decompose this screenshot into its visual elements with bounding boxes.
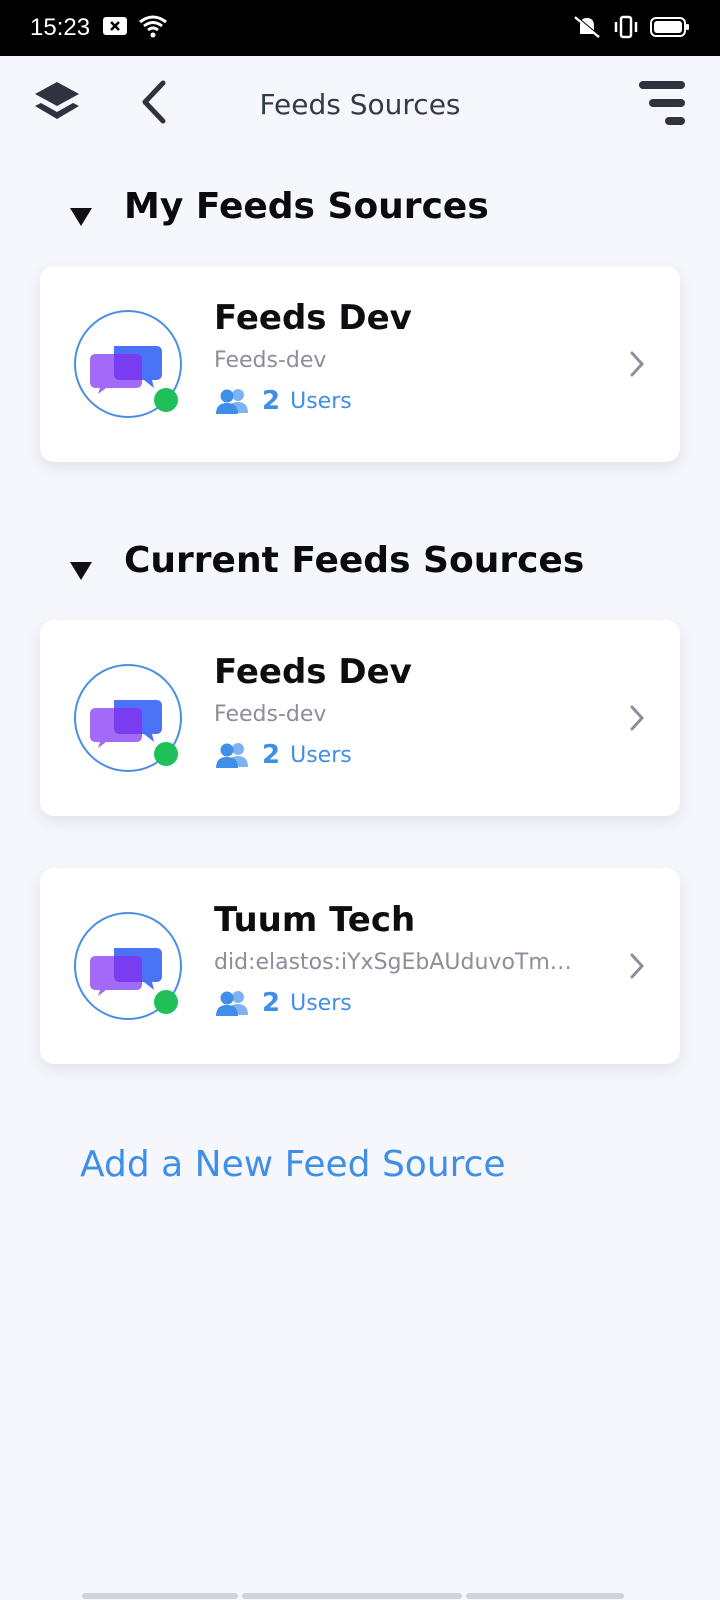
chevron-right-icon xyxy=(628,704,646,736)
wifi-icon xyxy=(138,14,168,43)
status-bar: 15:23 xyxy=(0,0,720,56)
users-count-row: 2 Users xyxy=(214,386,352,416)
users-count-row: 2 Users xyxy=(214,740,352,770)
users-icon xyxy=(216,991,248,1016)
bottom-indicator xyxy=(82,1593,624,1599)
card-subtitle: Feeds-dev xyxy=(214,702,327,727)
feed-source-card[interactable]: Tuum Tech did:elastos:iYxSgEbAUduvoTmez.… xyxy=(40,868,680,1064)
users-count: 2 xyxy=(262,740,281,770)
collapse-triangle-icon[interactable] xyxy=(70,208,92,226)
card-name: Feeds Dev xyxy=(214,298,412,338)
app-header: Feeds Sources xyxy=(0,56,720,156)
battery-icon xyxy=(650,15,690,44)
card-name: Tuum Tech xyxy=(214,900,416,940)
online-status-dot xyxy=(154,742,178,766)
vibrate-icon xyxy=(612,14,640,45)
feed-source-card[interactable]: Feeds Dev Feeds-dev 2 Users xyxy=(40,266,680,462)
section-title-current-feeds: Current Feeds Sources xyxy=(124,540,585,581)
chevron-right-icon xyxy=(628,350,646,382)
mute-vibrate-icon xyxy=(572,14,602,45)
online-status-dot xyxy=(154,388,178,412)
online-status-dot xyxy=(154,990,178,1014)
users-count: 2 xyxy=(262,386,281,416)
card-subtitle: did:elastos:iYxSgEbAUduvoTmez... xyxy=(214,950,584,975)
chevron-right-icon xyxy=(628,952,646,984)
users-icon xyxy=(216,389,248,414)
users-label: Users xyxy=(290,990,352,1016)
menu-icon[interactable] xyxy=(634,76,690,130)
card-name: Feeds Dev xyxy=(214,652,412,692)
users-icon xyxy=(216,743,248,768)
users-count: 2 xyxy=(262,988,281,1018)
users-count-row: 2 Users xyxy=(214,988,352,1018)
add-new-feed-source-link[interactable]: Add a New Feed Source xyxy=(80,1144,506,1185)
page-title: Feeds Sources xyxy=(259,88,461,121)
users-label: Users xyxy=(290,742,352,768)
card-subtitle: Feeds-dev xyxy=(214,348,327,373)
section-title-my-feeds: My Feeds Sources xyxy=(124,186,489,227)
status-time: 15:23 xyxy=(30,14,91,41)
collapse-triangle-icon[interactable] xyxy=(70,562,92,580)
users-label: Users xyxy=(290,388,352,414)
notification-x-icon xyxy=(102,15,128,42)
feed-source-card[interactable]: Feeds Dev Feeds-dev 2 Users xyxy=(40,620,680,816)
